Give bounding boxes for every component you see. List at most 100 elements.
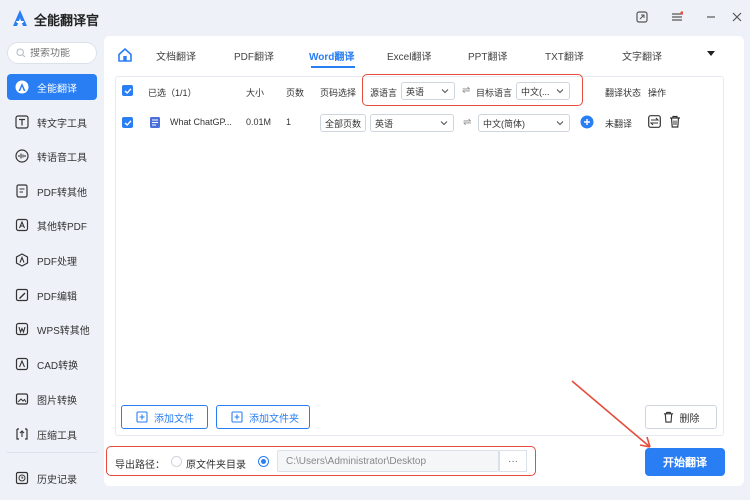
swap-action-icon[interactable] xyxy=(648,115,661,128)
sidebar-item-all-translate[interactable]: 全能翻译 xyxy=(7,74,97,100)
row-checkbox[interactable] xyxy=(122,117,133,128)
sidebar-item-other-to-pdf[interactable]: 其他转PDF xyxy=(7,212,97,238)
chevron-down-icon xyxy=(440,121,448,126)
sidebar-item-history[interactable]: 历史记录 xyxy=(7,465,97,491)
sidebar-item-label: 历史记录 xyxy=(37,474,77,486)
radio-source-folder-label: 原文件夹目录 xyxy=(186,460,246,471)
compress-icon xyxy=(16,428,28,440)
chevron-down-icon xyxy=(441,89,449,94)
delete-label: 删除 xyxy=(679,413,700,425)
all-pages-button[interactable]: 全部页数 xyxy=(320,114,366,132)
sidebar-item-label: CAD转换 xyxy=(37,360,79,372)
row-swap-lang-icon[interactable]: ⇌ xyxy=(463,117,471,128)
sidebar-item-wps-to-other[interactable]: WPS转其他 xyxy=(7,316,97,342)
fullscreen-icon[interactable] xyxy=(633,8,651,26)
sidebar-item-label: PDF编辑 xyxy=(37,291,77,303)
radio-source-folder[interactable] xyxy=(171,456,182,467)
tab-txt-translate[interactable]: TXT翻译 xyxy=(545,48,584,63)
menu-icon[interactable] xyxy=(668,8,686,26)
row-source-lang-select[interactable]: 英语 xyxy=(370,114,454,132)
global-source-lang-value: 英语 xyxy=(406,86,425,97)
wps-icon xyxy=(15,322,29,336)
minimize-icon[interactable] xyxy=(702,8,720,26)
radio-custom-path[interactable] xyxy=(258,456,269,467)
cad-icon xyxy=(15,357,29,371)
export-path-input[interactable] xyxy=(277,450,499,472)
audio-wave-icon xyxy=(15,149,29,163)
pdf-edit-icon xyxy=(15,288,29,302)
tab-pdf-translate[interactable]: PDF翻译 xyxy=(234,48,274,63)
sidebar-item-label: 其他转PDF xyxy=(37,221,87,233)
close-icon[interactable] xyxy=(728,8,746,26)
add-folder-label: 添加文件夹 xyxy=(249,413,299,425)
sidebar-item-label: PDF转其他 xyxy=(37,187,87,199)
annotation-arrow-icon xyxy=(571,380,651,448)
tab-word-translate[interactable]: Word翻译 xyxy=(309,48,354,63)
sidebar-item-pdf-process[interactable]: PDF处理 xyxy=(7,247,97,273)
tab-text-translate[interactable]: 文字翻译 xyxy=(622,48,662,63)
pdf-convert-icon xyxy=(16,184,28,198)
word-file-icon xyxy=(150,117,160,128)
sidebar-item-label: 转文字工具 xyxy=(37,118,87,130)
app-logo-icon xyxy=(13,10,27,26)
history-icon xyxy=(15,471,29,485)
to-pdf-icon xyxy=(15,218,29,232)
search-box[interactable] xyxy=(7,42,97,64)
sidebar-divider xyxy=(7,452,97,453)
sidebar-item-pdf-edit[interactable]: PDF编辑 xyxy=(7,282,97,308)
export-path-label: 导出路径： xyxy=(115,460,165,471)
global-source-lang-select[interactable]: 英语 xyxy=(401,82,455,100)
add-language-icon[interactable] xyxy=(580,115,594,129)
tab-more-icon[interactable] xyxy=(706,50,716,58)
row-source-lang-value: 英语 xyxy=(375,118,394,129)
chevron-down-icon xyxy=(556,121,564,126)
search-input[interactable] xyxy=(30,47,90,59)
add-folder-button[interactable]: 添加文件夹 xyxy=(216,405,310,429)
home-icon[interactable] xyxy=(117,47,133,63)
header-actions: 操作 xyxy=(648,88,667,98)
sidebar-item-label: 全能翻译 xyxy=(37,83,77,95)
search-icon xyxy=(16,48,26,58)
text-t-icon xyxy=(15,115,29,129)
tab-excel-translate[interactable]: Excel翻译 xyxy=(387,48,431,63)
tab-doc-translate[interactable]: 文档翻译 xyxy=(156,48,196,63)
sidebar-item-compress[interactable]: 压缩工具 xyxy=(7,421,97,447)
add-file-icon xyxy=(136,411,148,423)
sidebar-item-label: 转语音工具 xyxy=(37,152,87,164)
row-size: 0.01M xyxy=(246,117,272,127)
sidebar-item-label: PDF处理 xyxy=(37,256,77,268)
header-page-select: 页码选择 xyxy=(320,88,357,98)
global-target-lang-select[interactable]: 中文(... xyxy=(516,82,570,100)
select-all-checkbox[interactable] xyxy=(122,85,133,96)
header-source-lang: 源语言 xyxy=(370,88,398,98)
add-file-button[interactable]: 添加文件 xyxy=(121,405,208,429)
app-title: 全能翻译官 xyxy=(34,13,100,28)
add-file-label: 添加文件 xyxy=(154,413,194,425)
row-status: 未翻译 xyxy=(605,119,633,129)
sidebar-item-label: 图片转换 xyxy=(37,395,77,407)
header-target-lang: 目标语言 xyxy=(476,88,513,98)
chevron-down-icon xyxy=(556,89,564,94)
pdf-process-icon xyxy=(15,253,29,267)
trash-icon[interactable] xyxy=(669,115,681,128)
active-tab-indicator xyxy=(311,66,355,68)
sidebar-item-cad-convert[interactable]: CAD转换 xyxy=(7,351,97,377)
browse-button[interactable]: ··· xyxy=(499,450,527,472)
header-status: 翻译状态 xyxy=(605,88,642,98)
add-folder-icon xyxy=(231,411,243,423)
sidebar-item-label: WPS转其他 xyxy=(37,325,90,337)
sidebar-item-image-convert[interactable]: 图片转换 xyxy=(7,386,97,412)
global-target-lang-value: 中文(... xyxy=(521,86,550,97)
swap-lang-icon[interactable]: ⇌ xyxy=(462,85,470,96)
image-icon xyxy=(15,393,29,405)
header-pages: 页数 xyxy=(286,88,305,98)
tab-ppt-translate[interactable]: PPT翻译 xyxy=(468,48,507,63)
row-filename: What ChatGP... xyxy=(170,117,232,127)
sidebar-item-voice-tool[interactable]: 转语音工具 xyxy=(7,143,97,169)
translate-icon xyxy=(15,80,29,94)
row-target-lang-select[interactable]: 中文(简体) xyxy=(478,114,570,132)
sidebar-item-pdf-to-other[interactable]: PDF转其他 xyxy=(7,178,97,204)
row-pages: 1 xyxy=(286,117,292,127)
sidebar-item-text-tool[interactable]: 转文字工具 xyxy=(7,109,97,135)
row-target-lang-value: 中文(简体) xyxy=(483,118,525,129)
